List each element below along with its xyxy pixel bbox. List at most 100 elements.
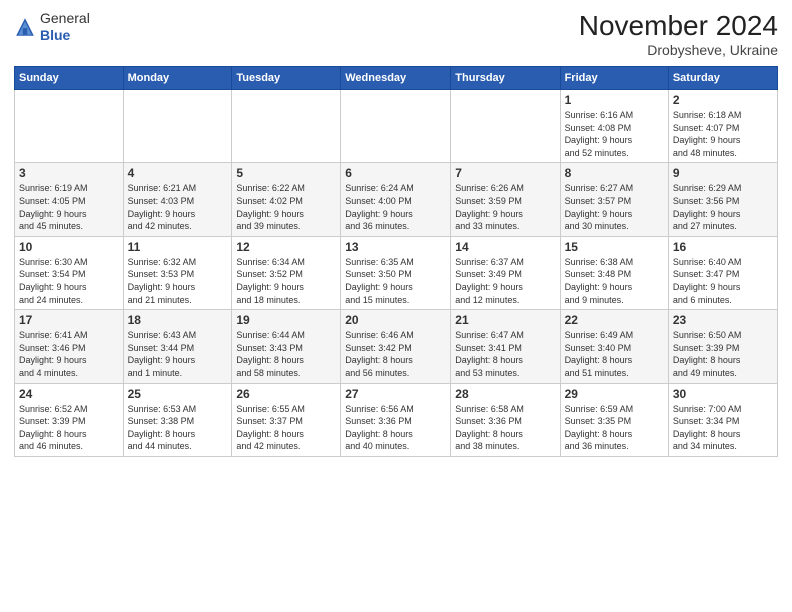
calendar-cell: 5 Sunrise: 6:22 AM Sunset: 4:02 PM Daylig… <box>232 163 341 236</box>
day-number: 28 <box>455 387 555 401</box>
calendar-week-2: 10 Sunrise: 6:30 AM Sunset: 3:54 PM Dayli… <box>15 236 778 309</box>
day-number: 14 <box>455 240 555 254</box>
title-block: November 2024 Drobysheve, Ukraine <box>579 10 778 58</box>
col-friday: Friday <box>560 67 668 90</box>
day-info: Sunrise: 6:47 AM Sunset: 3:41 PM Dayligh… <box>455 329 555 379</box>
day-info: Sunrise: 6:35 AM Sunset: 3:50 PM Dayligh… <box>345 256 446 306</box>
calendar-cell: 17 Sunrise: 6:41 AM Sunset: 3:46 PM Dayli… <box>15 310 124 383</box>
calendar-table: Sunday Monday Tuesday Wednesday Thursday… <box>14 66 778 457</box>
calendar-title: November 2024 <box>579 10 778 42</box>
day-number: 8 <box>565 166 664 180</box>
calendar-cell: 15 Sunrise: 6:38 AM Sunset: 3:48 PM Dayli… <box>560 236 668 309</box>
day-number: 18 <box>128 313 228 327</box>
col-sunday: Sunday <box>15 67 124 90</box>
day-number: 17 <box>19 313 119 327</box>
day-number: 24 <box>19 387 119 401</box>
calendar-cell: 20 Sunrise: 6:46 AM Sunset: 3:42 PM Dayli… <box>341 310 451 383</box>
day-info: Sunrise: 6:18 AM Sunset: 4:07 PM Dayligh… <box>673 109 773 159</box>
day-info: Sunrise: 6:43 AM Sunset: 3:44 PM Dayligh… <box>128 329 228 379</box>
calendar-cell <box>15 90 124 163</box>
day-number: 10 <box>19 240 119 254</box>
calendar-cell: 6 Sunrise: 6:24 AM Sunset: 4:00 PM Daylig… <box>341 163 451 236</box>
calendar-cell: 22 Sunrise: 6:49 AM Sunset: 3:40 PM Dayli… <box>560 310 668 383</box>
day-number: 13 <box>345 240 446 254</box>
calendar-cell: 14Sunrise: 6:37 AM Sunset: 3:49 PM Dayli… <box>451 236 560 309</box>
col-thursday: Thursday <box>451 67 560 90</box>
calendar-cell: 21 Sunrise: 6:47 AM Sunset: 3:41 PM Dayli… <box>451 310 560 383</box>
calendar-cell <box>341 90 451 163</box>
day-info: Sunrise: 6:22 AM Sunset: 4:02 PM Dayligh… <box>236 182 336 232</box>
day-number: 4 <box>128 166 228 180</box>
day-number: 30 <box>673 387 773 401</box>
col-monday: Monday <box>123 67 232 90</box>
logo-blue: Blue <box>40 27 90 44</box>
day-info: Sunrise: 6:21 AM Sunset: 4:03 PM Dayligh… <box>128 182 228 232</box>
calendar-cell: 28 Sunrise: 6:58 AM Sunset: 3:36 PM Dayli… <box>451 383 560 456</box>
day-number: 7 <box>455 166 555 180</box>
calendar-cell: 4 Sunrise: 6:21 AM Sunset: 4:03 PM Daylig… <box>123 163 232 236</box>
day-info: Sunrise: 7:00 AM Sunset: 3:34 PM Dayligh… <box>673 403 773 453</box>
day-number: 25 <box>128 387 228 401</box>
calendar-cell: 24 Sunrise: 6:52 AM Sunset: 3:39 PM Dayli… <box>15 383 124 456</box>
day-number: 23 <box>673 313 773 327</box>
calendar-cell: 2Sunrise: 6:18 AM Sunset: 4:07 PM Daylig… <box>668 90 777 163</box>
logo-general: General <box>40 10 90 27</box>
day-info: Sunrise: 6:41 AM Sunset: 3:46 PM Dayligh… <box>19 329 119 379</box>
calendar-cell <box>232 90 341 163</box>
day-info: Sunrise: 6:16 AM Sunset: 4:08 PM Dayligh… <box>565 109 664 159</box>
day-number: 19 <box>236 313 336 327</box>
day-info: Sunrise: 6:38 AM Sunset: 3:48 PM Dayligh… <box>565 256 664 306</box>
calendar-cell: 7 Sunrise: 6:26 AM Sunset: 3:59 PM Daylig… <box>451 163 560 236</box>
day-number: 6 <box>345 166 446 180</box>
day-info: Sunrise: 6:53 AM Sunset: 3:38 PM Dayligh… <box>128 403 228 453</box>
calendar-cell: 30 Sunrise: 7:00 AM Sunset: 3:34 PM Dayli… <box>668 383 777 456</box>
day-info: Sunrise: 6:24 AM Sunset: 4:00 PM Dayligh… <box>345 182 446 232</box>
day-info: Sunrise: 6:49 AM Sunset: 3:40 PM Dayligh… <box>565 329 664 379</box>
day-number: 20 <box>345 313 446 327</box>
calendar-week-1: 3 Sunrise: 6:19 AM Sunset: 4:05 PM Daylig… <box>15 163 778 236</box>
day-info: Sunrise: 6:19 AM Sunset: 4:05 PM Dayligh… <box>19 182 119 232</box>
calendar-cell: 23 Sunrise: 6:50 AM Sunset: 3:39 PM Dayli… <box>668 310 777 383</box>
col-wednesday: Wednesday <box>341 67 451 90</box>
calendar-week-3: 17 Sunrise: 6:41 AM Sunset: 3:46 PM Dayli… <box>15 310 778 383</box>
calendar-cell: 27 Sunrise: 6:56 AM Sunset: 3:36 PM Dayli… <box>341 383 451 456</box>
day-info: Sunrise: 6:56 AM Sunset: 3:36 PM Dayligh… <box>345 403 446 453</box>
calendar-cell: 11Sunrise: 6:32 AM Sunset: 3:53 PM Dayli… <box>123 236 232 309</box>
day-info: Sunrise: 6:46 AM Sunset: 3:42 PM Dayligh… <box>345 329 446 379</box>
calendar-cell: 8 Sunrise: 6:27 AM Sunset: 3:57 PM Daylig… <box>560 163 668 236</box>
calendar-cell: 10 Sunrise: 6:30 AM Sunset: 3:54 PM Dayli… <box>15 236 124 309</box>
calendar-subtitle: Drobysheve, Ukraine <box>579 42 778 58</box>
calendar-cell: 1Sunrise: 6:16 AM Sunset: 4:08 PM Daylig… <box>560 90 668 163</box>
calendar-cell <box>451 90 560 163</box>
day-number: 22 <box>565 313 664 327</box>
day-number: 21 <box>455 313 555 327</box>
day-number: 12 <box>236 240 336 254</box>
calendar-cell: 26Sunrise: 6:55 AM Sunset: 3:37 PM Dayli… <box>232 383 341 456</box>
day-info: Sunrise: 6:30 AM Sunset: 3:54 PM Dayligh… <box>19 256 119 306</box>
day-info: Sunrise: 6:40 AM Sunset: 3:47 PM Dayligh… <box>673 256 773 306</box>
calendar-cell: 12 Sunrise: 6:34 AM Sunset: 3:52 PM Dayli… <box>232 236 341 309</box>
day-info: Sunrise: 6:32 AM Sunset: 3:53 PM Dayligh… <box>128 256 228 306</box>
calendar-cell: 18 Sunrise: 6:43 AM Sunset: 3:44 PM Dayli… <box>123 310 232 383</box>
day-info: Sunrise: 6:34 AM Sunset: 3:52 PM Dayligh… <box>236 256 336 306</box>
calendar-cell: 13 Sunrise: 6:35 AM Sunset: 3:50 PM Dayli… <box>341 236 451 309</box>
day-number: 5 <box>236 166 336 180</box>
col-saturday: Saturday <box>668 67 777 90</box>
day-number: 16 <box>673 240 773 254</box>
day-info: Sunrise: 6:27 AM Sunset: 3:57 PM Dayligh… <box>565 182 664 232</box>
calendar-cell: 29Sunrise: 6:59 AM Sunset: 3:35 PM Dayli… <box>560 383 668 456</box>
calendar-cell <box>123 90 232 163</box>
day-info: Sunrise: 6:44 AM Sunset: 3:43 PM Dayligh… <box>236 329 336 379</box>
day-info: Sunrise: 6:58 AM Sunset: 3:36 PM Dayligh… <box>455 403 555 453</box>
day-info: Sunrise: 6:52 AM Sunset: 3:39 PM Dayligh… <box>19 403 119 453</box>
day-info: Sunrise: 6:26 AM Sunset: 3:59 PM Dayligh… <box>455 182 555 232</box>
day-number: 3 <box>19 166 119 180</box>
day-info: Sunrise: 6:50 AM Sunset: 3:39 PM Dayligh… <box>673 329 773 379</box>
calendar-cell: 25 Sunrise: 6:53 AM Sunset: 3:38 PM Dayli… <box>123 383 232 456</box>
day-number: 15 <box>565 240 664 254</box>
day-number: 27 <box>345 387 446 401</box>
calendar-cell: 3 Sunrise: 6:19 AM Sunset: 4:05 PM Daylig… <box>15 163 124 236</box>
day-number: 29 <box>565 387 664 401</box>
logo-icon <box>14 16 36 38</box>
logo-text: General Blue <box>40 10 90 44</box>
